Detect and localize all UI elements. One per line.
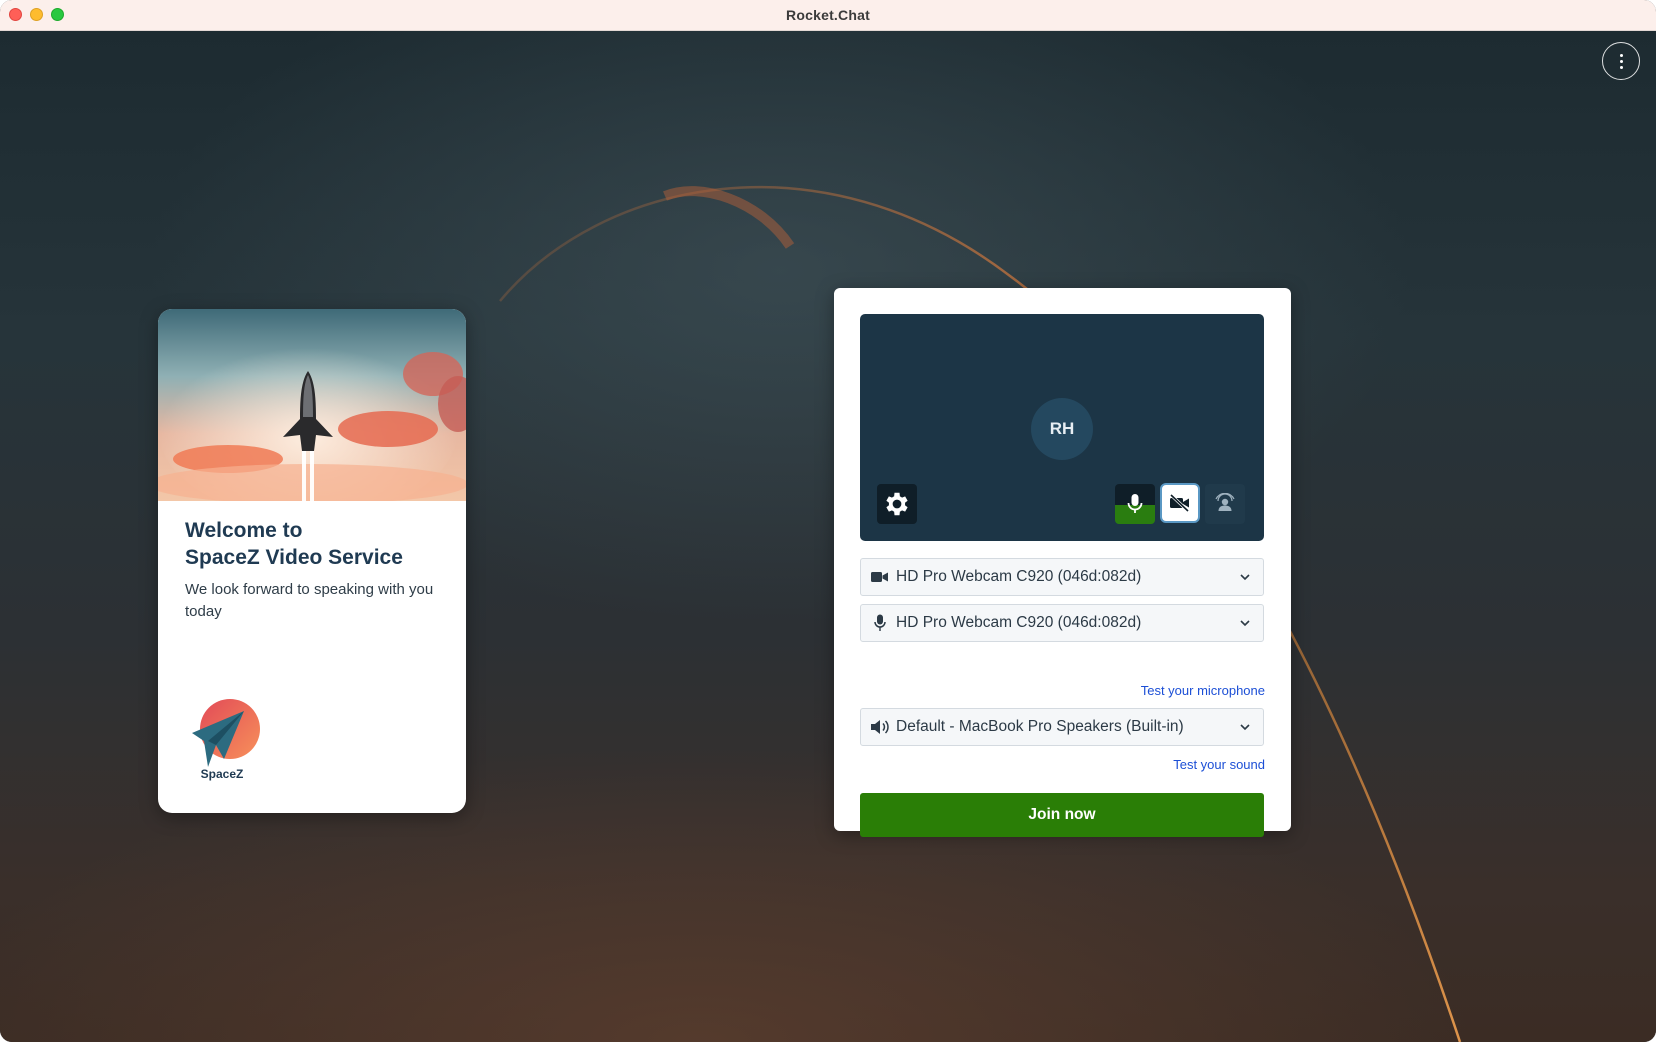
speaker-select-value: Default - MacBook Pro Speakers (Built-in… — [896, 718, 1184, 735]
chevron-down-icon — [1239, 723, 1251, 731]
gear-icon — [886, 492, 908, 516]
welcome-card: Welcome to SpaceZ Video Service We look … — [158, 309, 466, 813]
welcome-subtitle: We look forward to speaking with you tod… — [185, 581, 434, 620]
join-now-button[interactable]: Join now — [860, 793, 1264, 837]
welcome-title-line2: SpaceZ Video Service — [185, 546, 403, 569]
rocket-launch-image — [158, 309, 466, 501]
camera-select-value: HD Pro Webcam C920 (046d:082d) — [896, 568, 1142, 585]
test-microphone-link[interactable]: Test your microphone — [1141, 683, 1265, 698]
more-vertical-icon — [1619, 52, 1623, 70]
camera-toggle-button[interactable] — [1160, 483, 1200, 523]
chevron-down-icon — [1239, 619, 1251, 627]
microphone-toggle-button[interactable] — [1115, 484, 1155, 524]
window-title: Rocket.Chat — [786, 7, 870, 23]
microphone-select-value: HD Pro Webcam C920 (046d:082d) — [896, 614, 1142, 631]
microphone-select[interactable]: HD Pro Webcam C920 (046d:082d) — [860, 604, 1264, 642]
logo-text: SpaceZ — [200, 767, 244, 781]
more-options-button[interactable] — [1602, 42, 1640, 80]
avatar: RH — [1031, 398, 1093, 460]
close-window-button[interactable] — [9, 8, 22, 21]
video-preview: RH — [860, 314, 1264, 541]
camera-off-icon — [1169, 493, 1190, 513]
welcome-title: Welcome to SpaceZ Video Service — [185, 517, 455, 571]
minimize-window-button[interactable] — [30, 8, 43, 21]
zoom-window-button[interactable] — [51, 8, 64, 21]
welcome-title-line1: Welcome to — [185, 519, 303, 542]
spacez-logo-icon — [186, 697, 262, 769]
settings-button[interactable] — [877, 484, 917, 524]
app-window: Rocket.Chat Welcome to SpaceZ Video Serv… — [0, 0, 1656, 1042]
video-camera-icon — [870, 571, 890, 583]
microphone-icon — [870, 614, 890, 632]
test-sound-link[interactable]: Test your sound — [1173, 757, 1265, 772]
speaker-icon — [870, 719, 890, 735]
camera-select[interactable]: HD Pro Webcam C920 (046d:082d) — [860, 558, 1264, 596]
chevron-down-icon — [1239, 573, 1251, 581]
title-bar: Rocket.Chat — [0, 0, 1656, 31]
window-controls — [9, 8, 64, 21]
meeting-background: Welcome to SpaceZ Video Service We look … — [0, 31, 1656, 1042]
background-blur-icon — [1215, 493, 1235, 511]
background-blur-button[interactable] — [1205, 484, 1245, 524]
microphone-icon — [1127, 494, 1143, 513]
speaker-select[interactable]: Default - MacBook Pro Speakers (Built-in… — [860, 708, 1264, 746]
prejoin-card: RH HD Pro Webcam C920 (046d:082d) HD Pro… — [834, 288, 1291, 837]
